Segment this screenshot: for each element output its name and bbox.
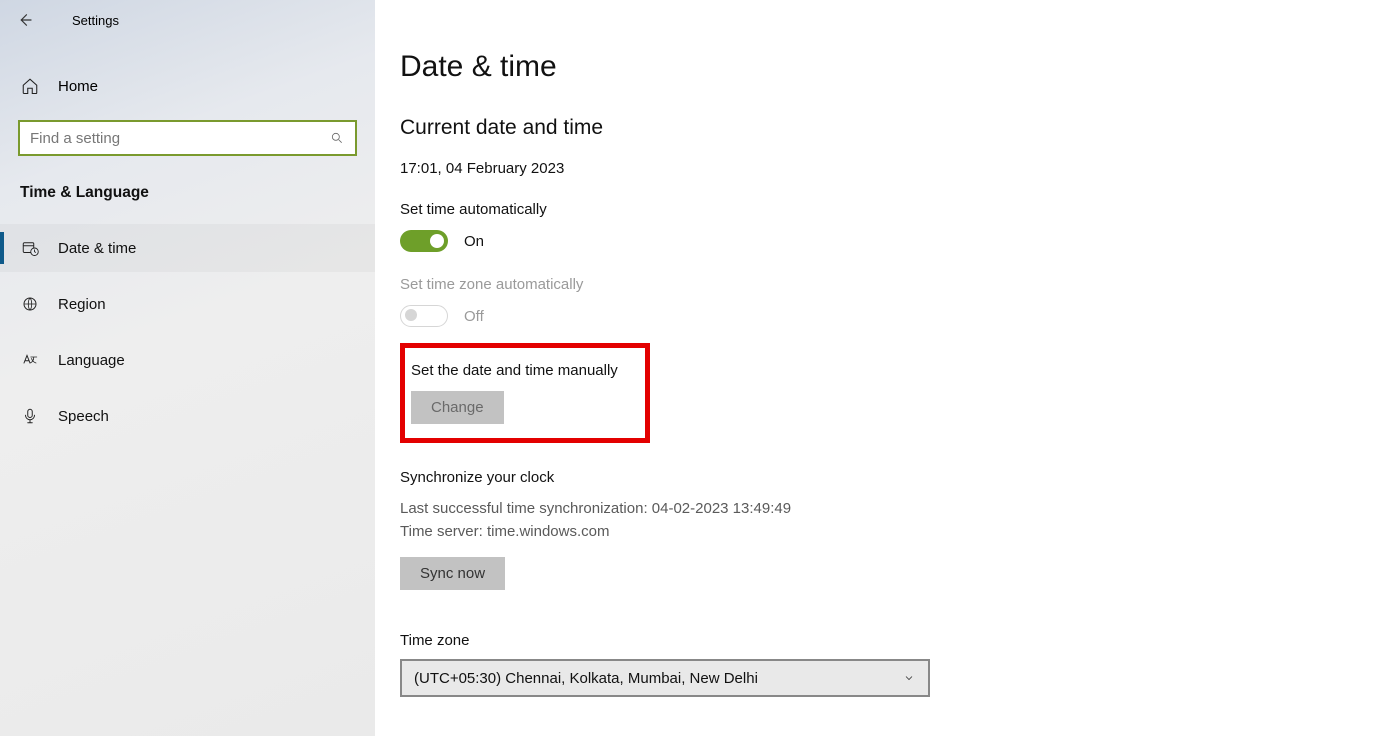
sync-server-line: Time server: time.windows.com xyxy=(400,521,1340,544)
auto-time-state: On xyxy=(464,233,484,250)
auto-tz-toggle xyxy=(400,305,448,327)
sidebar-item-label: Language xyxy=(58,352,125,369)
sidebar-home[interactable]: Home xyxy=(0,64,375,108)
page-title: Date & time xyxy=(400,50,1340,84)
sidebar-item-speech[interactable]: Speech xyxy=(0,392,375,440)
timezone-section: Time zone (UTC+05:30) Chennai, Kolkata, … xyxy=(400,632,1340,697)
search-box[interactable] xyxy=(18,120,357,156)
sidebar-nav: Date & time Region Language xyxy=(0,224,375,440)
titlebar: Settings xyxy=(0,0,375,40)
microphone-icon xyxy=(20,406,40,426)
timezone-label: Time zone xyxy=(400,632,1340,649)
current-datetime-value: 17:01, 04 February 2023 xyxy=(400,160,1340,177)
calendar-clock-icon xyxy=(20,238,40,258)
sidebar: Settings Home Time & Language xyxy=(0,0,375,736)
app-title: Settings xyxy=(72,13,119,28)
sidebar-item-label: Region xyxy=(58,296,106,313)
sidebar-item-language[interactable]: Language xyxy=(0,336,375,384)
auto-time-toggle-row: On xyxy=(400,230,1340,252)
search-wrap xyxy=(0,108,375,156)
sidebar-category: Time & Language xyxy=(0,156,375,206)
sidebar-home-label: Home xyxy=(58,78,98,95)
back-button[interactable] xyxy=(14,9,36,31)
auto-time-label: Set time automatically xyxy=(400,201,1340,218)
auto-tz-state: Off xyxy=(464,308,484,325)
auto-tz-label: Set time zone automatically xyxy=(400,276,1340,293)
manual-label: Set the date and time manually xyxy=(411,362,635,379)
sync-section: Synchronize your clock Last successful t… xyxy=(400,469,1340,590)
main-content: Date & time Current date and time 17:01,… xyxy=(400,50,1340,697)
current-datetime-heading: Current date and time xyxy=(400,116,1340,140)
globe-icon xyxy=(20,294,40,314)
home-icon xyxy=(20,77,40,95)
timezone-value: (UTC+05:30) Chennai, Kolkata, Mumbai, Ne… xyxy=(414,670,902,687)
auto-time-toggle[interactable] xyxy=(400,230,448,252)
search-icon xyxy=(329,130,345,146)
auto-tz-toggle-row: Off xyxy=(400,305,1340,327)
search-input[interactable] xyxy=(30,130,329,147)
sync-now-button[interactable]: Sync now xyxy=(400,557,505,590)
timezone-select[interactable]: (UTC+05:30) Chennai, Kolkata, Mumbai, Ne… xyxy=(400,659,930,697)
chevron-down-icon xyxy=(902,672,916,684)
sidebar-item-date-time[interactable]: Date & time xyxy=(0,224,375,272)
sidebar-item-label: Date & time xyxy=(58,240,136,257)
language-icon xyxy=(20,350,40,370)
sync-heading: Synchronize your clock xyxy=(400,469,1340,486)
sync-last-line: Last successful time synchronization: 04… xyxy=(400,498,1340,521)
manual-change-highlight: Set the date and time manually Change xyxy=(400,343,650,443)
sidebar-item-region[interactable]: Region xyxy=(0,280,375,328)
sidebar-item-label: Speech xyxy=(58,408,109,425)
arrow-left-icon xyxy=(16,11,34,29)
change-button[interactable]: Change xyxy=(411,391,504,424)
